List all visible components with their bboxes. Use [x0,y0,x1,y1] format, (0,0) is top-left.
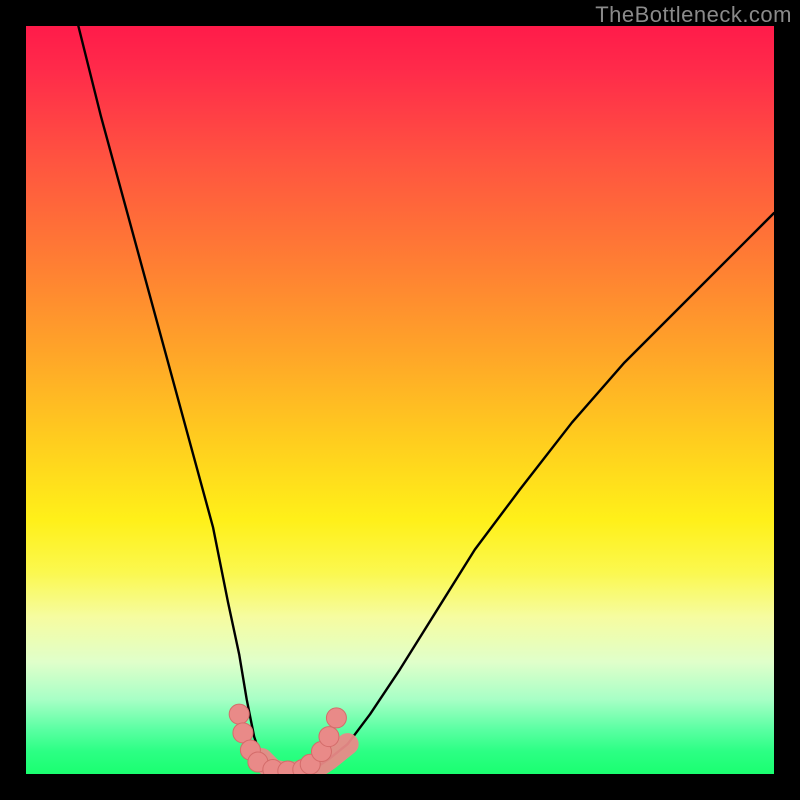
data-marker [229,704,249,724]
curve-path [78,26,774,773]
chart-frame: TheBottleneck.com [0,0,800,800]
chart-svg [26,26,774,774]
watermark-text: TheBottleneck.com [595,2,792,28]
data-marker [326,708,346,728]
chart-curve [78,26,774,773]
data-marker [319,727,339,747]
chart-plot-area [26,26,774,774]
